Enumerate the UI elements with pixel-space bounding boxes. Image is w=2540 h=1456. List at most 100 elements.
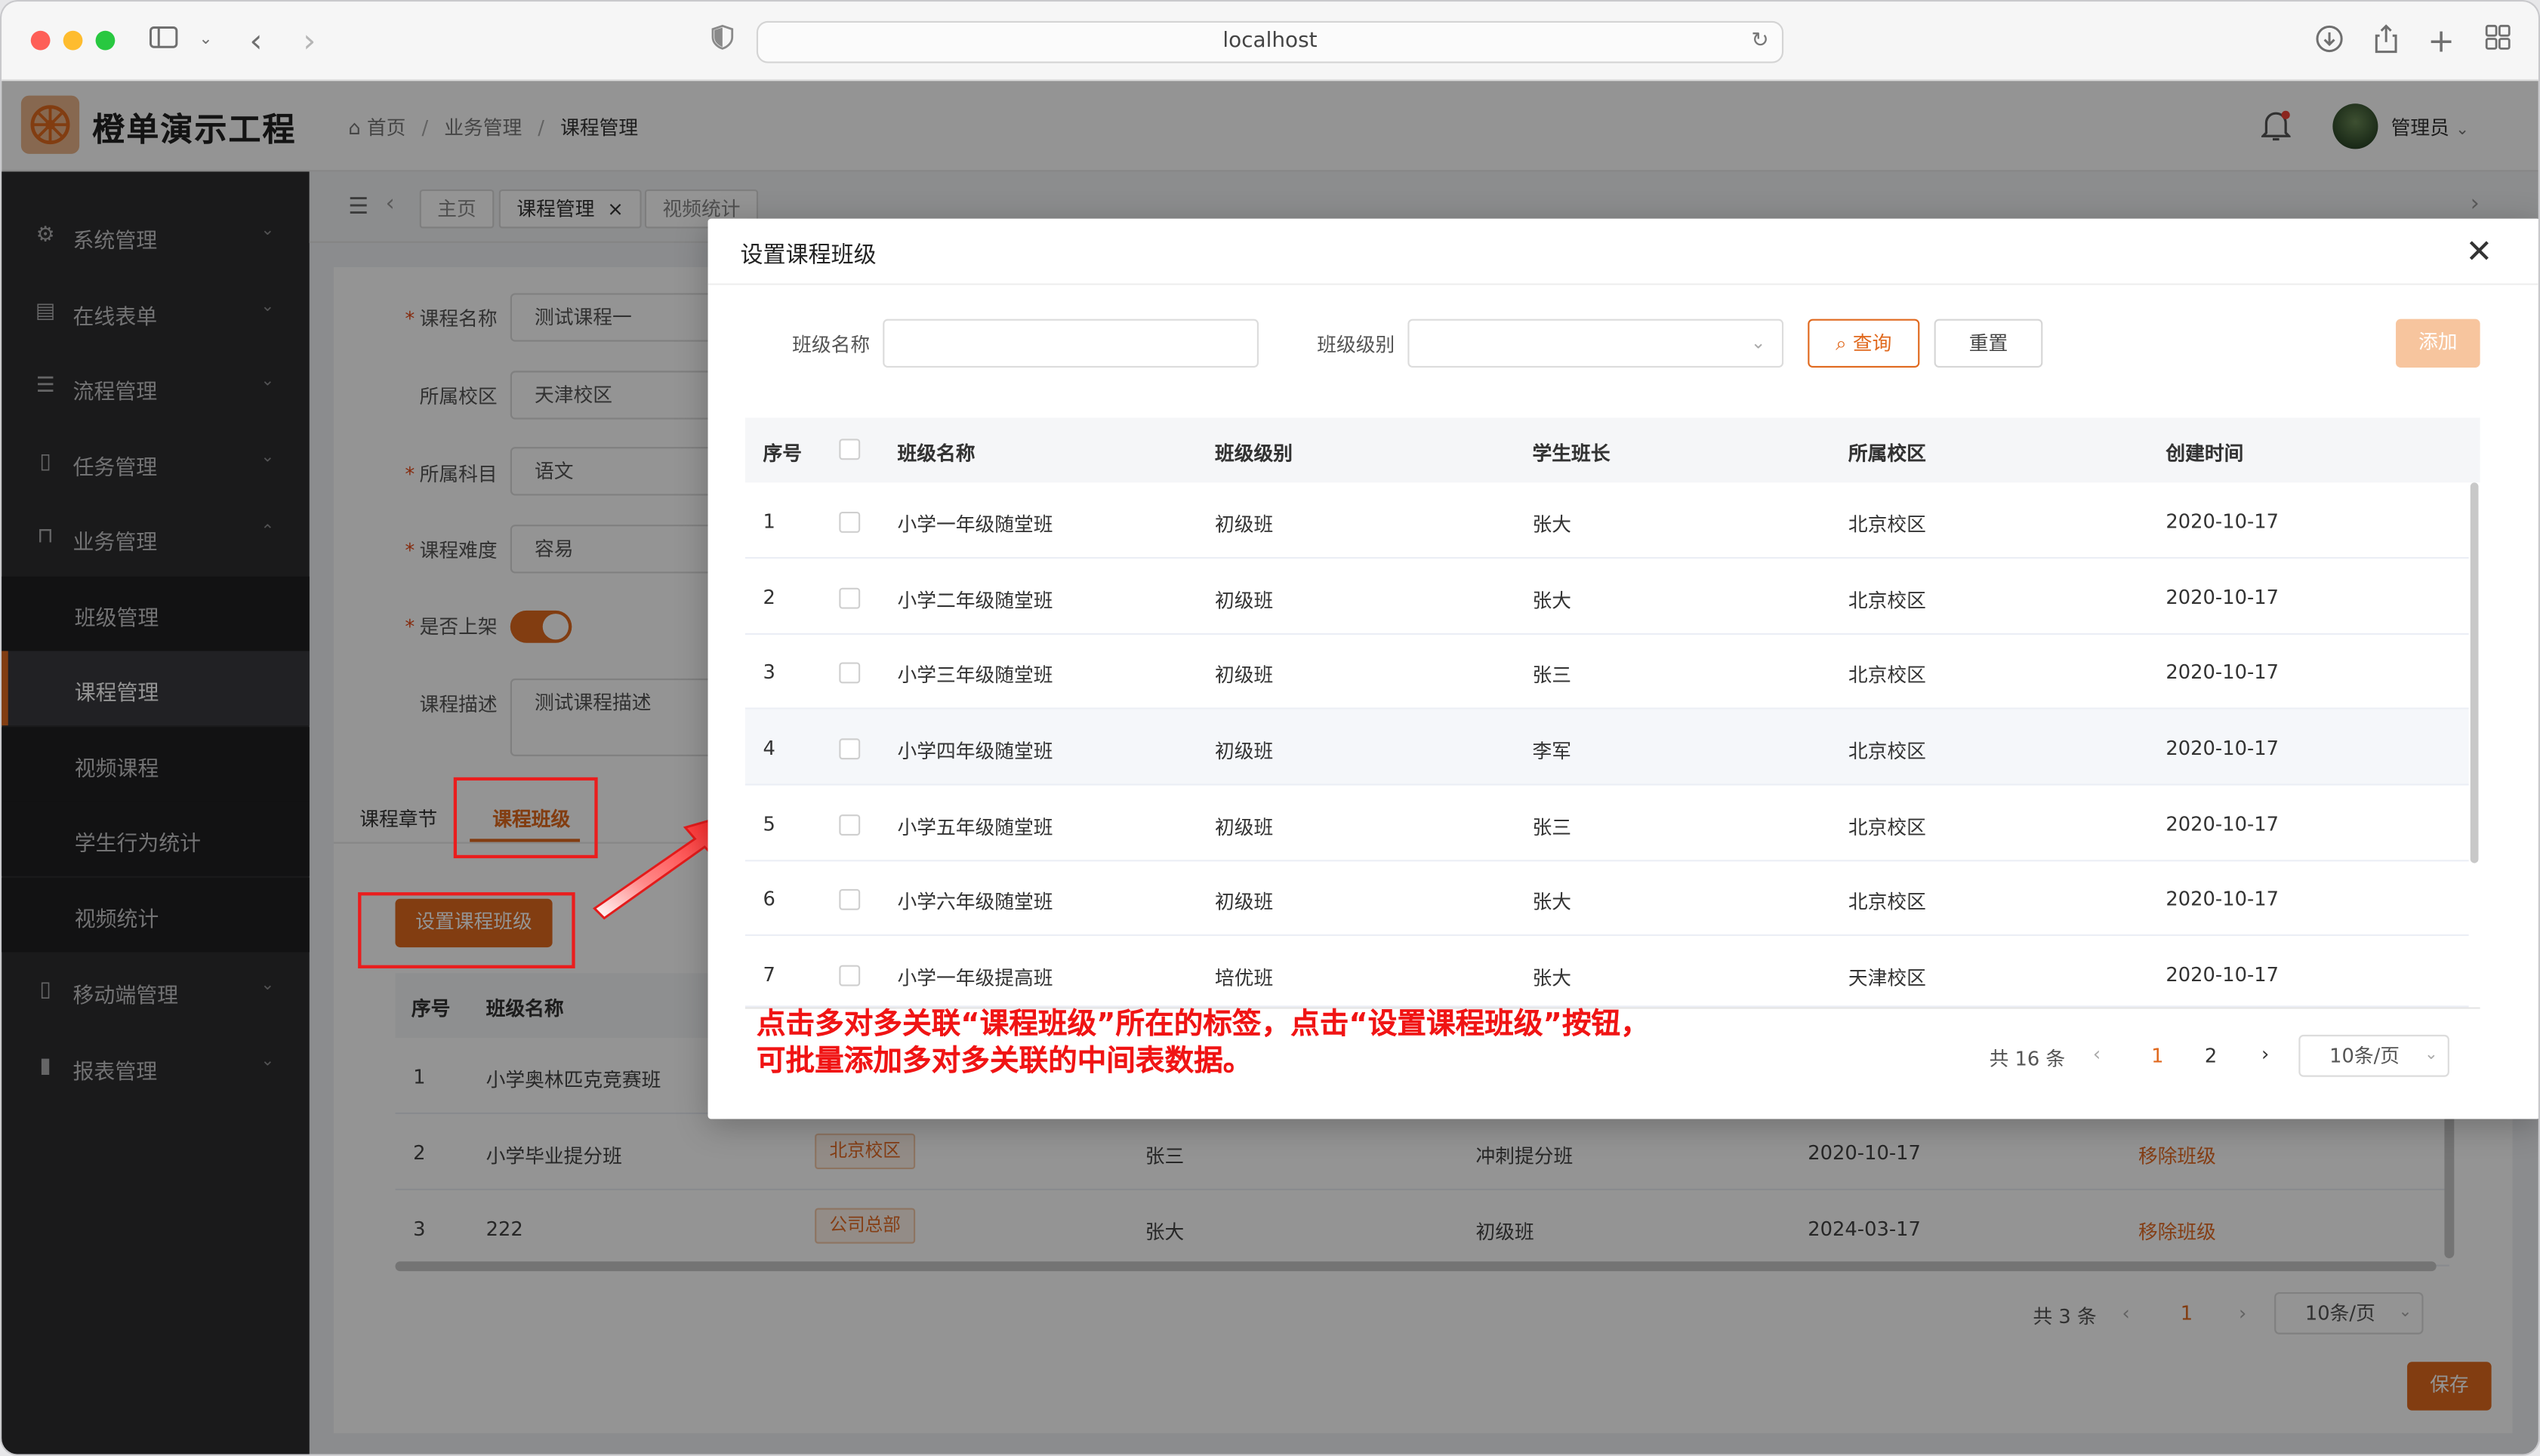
table-row[interactable]: 5 小学五年级随堂班 初级班 张三 北京校区 2020-10-17 [744,786,2469,862]
filter-class-level-select[interactable]: ⌄ [1407,319,1784,368]
close-window-button[interactable] [30,30,51,51]
close-icon[interactable]: ✕ [2465,232,2492,270]
row-index: 1 [763,509,775,533]
row-leader: 张大 [1532,966,1572,990]
dialog-col-name: 班级名称 [897,442,976,465]
shield-icon [706,24,738,57]
query-label: 查询 [1852,331,1892,355]
row-date: 2020-10-17 [2165,887,2280,910]
browser-toolbar: ⌄ ‹ › localhost ↻ + [2,2,2538,82]
select-all-checkbox[interactable] [839,439,861,460]
chevron-down-icon: ⌄ [2424,1045,2438,1064]
dialog-total: 共 16 条 [1989,1048,2066,1071]
row-level: 初级班 [1215,589,1274,612]
row-date: 2020-10-17 [2165,963,2280,987]
row-checkbox[interactable] [839,587,861,609]
minimize-window-button[interactable] [63,30,83,51]
address-bar[interactable]: localhost ↻ [756,20,1784,63]
table-row[interactable]: 1 小学一年级随堂班 初级班 张大 北京校区 2020-10-17 [744,482,2469,559]
row-class-name: 小学一年级提高班 [897,966,1053,990]
chevron-down-icon[interactable]: ⌄ [190,24,222,57]
table-row[interactable]: 7 小学一年级提高班 培优班 张大 天津校区 2020-10-17 [744,936,2469,1008]
page-2[interactable]: 2 [2205,1045,2217,1067]
row-checkbox[interactable] [839,511,861,533]
row-leader: 李军 [1532,740,1572,763]
dialog-col-index: 序号 [763,442,803,465]
next-page-icon[interactable]: › [2261,1043,2269,1066]
filter-class-name-input[interactable] [883,319,1259,368]
dialog-page-size-select[interactable]: 10条/页 ⌄ [2298,1034,2449,1077]
row-checkbox[interactable] [839,965,861,987]
prev-page-icon[interactable]: ‹ [2093,1043,2101,1066]
back-icon[interactable]: ‹ [240,24,273,57]
row-class-name: 小学三年级随堂班 [897,663,1053,687]
row-leader: 张大 [1532,589,1572,612]
reset-button[interactable]: 重置 [1934,319,2043,368]
row-leader: 张大 [1532,513,1572,537]
row-date: 2020-10-17 [2165,509,2280,533]
dialog-col-leader: 学生班长 [1532,442,1611,465]
row-checkbox[interactable] [839,814,861,836]
row-date: 2020-10-17 [2165,586,2280,609]
new-tab-icon[interactable]: + [2425,24,2458,57]
annotation-box-button [358,892,575,968]
row-index: 4 [763,737,775,760]
row-campus: 北京校区 [1848,663,1926,687]
row-level: 初级班 [1215,740,1274,763]
sidebar-toggle-icon[interactable] [147,24,180,57]
row-campus: 北京校区 [1848,589,1926,612]
row-campus: 天津校区 [1848,966,1926,990]
zoom-window-button[interactable] [95,30,116,51]
row-index: 3 [763,660,775,684]
search-icon: ⌕ [1836,331,1847,355]
table-row[interactable]: 6 小学六年级随堂班 初级班 张大 北京校区 2020-10-17 [744,860,2469,937]
share-icon[interactable] [2370,24,2403,57]
row-class-name: 小学二年级随堂班 [897,589,1053,612]
row-checkbox[interactable] [839,662,861,684]
row-checkbox[interactable] [839,738,861,760]
url-text: localhost [1222,29,1318,54]
row-checkbox[interactable] [839,888,861,910]
row-level: 初级班 [1215,663,1274,687]
row-leader: 张大 [1532,890,1572,914]
dialog-col-date: 创建时间 [2165,442,2244,465]
row-campus: 北京校区 [1848,513,1926,537]
table-row[interactable]: 4 小学四年级随堂班 初级班 李军 北京校区 2020-10-17 [744,709,2469,786]
download-icon[interactable] [2313,24,2346,57]
row-date: 2020-10-17 [2165,660,2280,684]
row-date: 2020-10-17 [2165,812,2280,836]
row-campus: 北京校区 [1848,740,1926,763]
add-button[interactable]: 添加 [2396,319,2480,368]
row-class-name: 小学五年级随堂班 [897,816,1053,839]
query-button[interactable]: ⌕ 查询 [1808,319,1920,368]
row-index: 2 [763,586,775,609]
row-leader: 张三 [1532,816,1572,839]
forward-icon[interactable]: › [293,24,325,57]
row-level: 初级班 [1215,890,1274,914]
dialog-header-divider [707,283,2538,285]
row-campus: 北京校区 [1848,816,1926,839]
set-course-class-dialog: 设置课程班级 ✕ 班级名称 班级级别 ⌄ ⌕ 查询 重置 添加 序号 班级名称 … [707,218,2538,1119]
tab-overview-icon[interactable] [2482,24,2514,57]
browser-window: ⌄ ‹ › localhost ↻ + 橙单演示工程 ⌂ 首页 / 业务管理 /… [2,2,2538,1454]
filter-class-name-label: 班级名称 [792,333,871,356]
page-1[interactable]: 1 [2151,1045,2163,1067]
annotation-line-1: 点击多对多关联“课程班级”所在的标签，点击“设置课程班级”按钮， [756,1007,1650,1042]
row-class-name: 小学四年级随堂班 [897,740,1053,763]
filter-class-level-label: 班级级别 [1317,333,1395,356]
row-date: 2020-10-17 [2165,737,2280,760]
reload-icon[interactable]: ↻ [1751,23,1768,61]
dialog-vertical-scrollbar[interactable] [2470,482,2479,863]
annotation-line-2: 可批量添加多对多关联的中间表数据。 [756,1044,1253,1079]
table-row[interactable]: 2 小学二年级随堂班 初级班 张大 北京校区 2020-10-17 [744,559,2469,636]
row-class-name: 小学六年级随堂班 [897,890,1053,914]
chevron-down-icon: ⌄ [1750,331,1766,353]
page-size-value: 10条/页 [2329,1044,2400,1067]
table-row[interactable]: 3 小学三年级随堂班 初级班 张三 北京校区 2020-10-17 [744,633,2469,710]
annotation-box-tab [453,777,598,859]
dialog-col-level: 班级级别 [1215,442,1293,465]
row-index: 6 [763,887,775,910]
row-index: 5 [763,812,775,836]
row-leader: 张三 [1532,663,1572,687]
row-index: 7 [763,963,775,987]
